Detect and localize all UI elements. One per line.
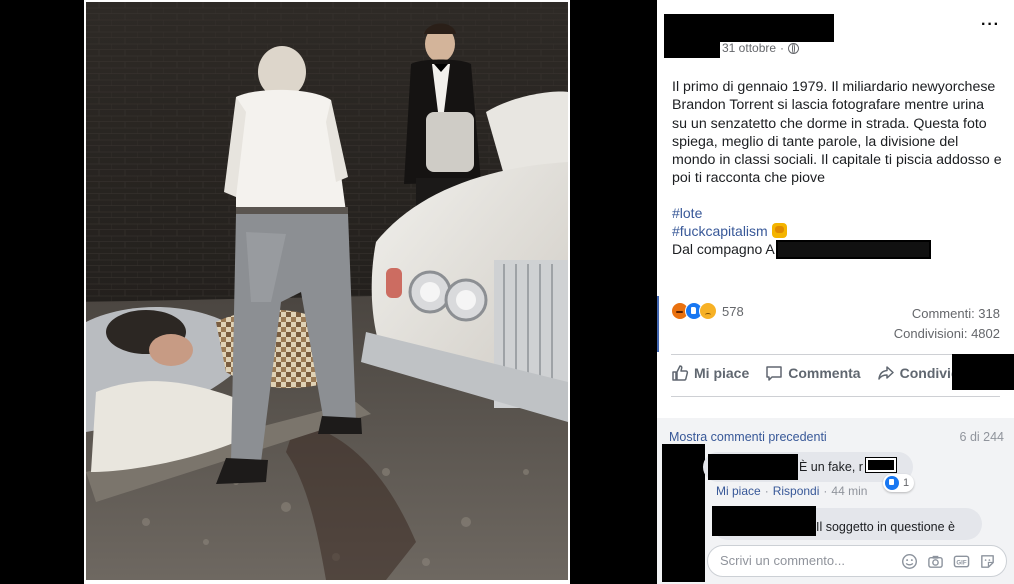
hashtag-lote[interactable]: #lote bbox=[672, 205, 702, 221]
comment-input[interactable] bbox=[720, 553, 890, 568]
comment-button[interactable]: Commenta bbox=[765, 364, 861, 382]
shares-count-link[interactable]: Condivisioni: 4802 bbox=[894, 326, 1000, 341]
comment-button-label: Commenta bbox=[788, 365, 861, 381]
sad-reaction-icon bbox=[699, 302, 717, 320]
comment-timestamp[interactable]: 44 min bbox=[831, 484, 867, 498]
like-button[interactable]: Mi piace bbox=[671, 364, 749, 382]
post-date-text[interactable]: 31 ottobre bbox=[722, 41, 776, 55]
post-credit: Dal compagno A bbox=[672, 241, 775, 257]
redacted-commenter-avatars bbox=[662, 444, 705, 582]
redacted-credit-name bbox=[776, 240, 931, 259]
emoji-icon[interactable] bbox=[901, 553, 918, 570]
actions-divider-bottom bbox=[671, 396, 1000, 397]
comment-text-part1: È un fake, r bbox=[799, 460, 863, 474]
reactions-summary[interactable]: 578 bbox=[671, 302, 744, 320]
post-body-text: Il primo di gennaio 1979. Il miliardario… bbox=[672, 79, 1002, 187]
comment-bubble-icon bbox=[766, 366, 782, 381]
redacted-commenter-name-2 bbox=[712, 506, 816, 536]
post-photo-frame[interactable] bbox=[84, 0, 570, 584]
comment-like-badge[interactable]: 1 bbox=[883, 474, 915, 492]
photo-illustration bbox=[86, 2, 568, 580]
hashtag-fuckcapitalism: #fuckcapitalism bbox=[672, 223, 787, 239]
composer-tools: GIF bbox=[901, 553, 996, 570]
globe-icon bbox=[788, 42, 800, 54]
actions-divider-top bbox=[671, 354, 1000, 355]
post-actions-bar: Mi piace Commenta Condividi bbox=[671, 364, 963, 382]
like-reaction-icon bbox=[885, 476, 899, 490]
post-timestamp[interactable]: 31 ottobre · bbox=[722, 41, 800, 55]
share-arrow-icon bbox=[877, 366, 894, 380]
focus-accent-bar bbox=[657, 296, 659, 352]
thumbs-up-icon bbox=[672, 365, 689, 381]
redacted-author-name bbox=[720, 14, 834, 42]
view-previous-comments-link[interactable]: Mostra commenti precedenti bbox=[669, 430, 827, 444]
comment-composer[interactable]: GIF bbox=[707, 545, 1007, 577]
comments-page-count: 6 di 244 bbox=[959, 430, 1004, 444]
comments-count-link[interactable]: Commenti: 318 bbox=[912, 306, 1000, 321]
redacted-avatar bbox=[664, 14, 720, 58]
sticker-icon[interactable] bbox=[979, 553, 996, 570]
post-photo[interactable] bbox=[86, 2, 568, 580]
raised-fist-emoji-icon bbox=[771, 223, 787, 238]
share-button[interactable]: Condividi bbox=[877, 364, 963, 382]
post-panel: 31 ottobre · ··· Il primo di gennaio 197… bbox=[657, 0, 1014, 584]
svg-text:GIF: GIF bbox=[956, 559, 966, 566]
comment-like-count: 1 bbox=[903, 477, 910, 489]
like-button-label: Mi piace bbox=[694, 365, 750, 381]
comment-like-link[interactable]: Mi piace bbox=[716, 484, 761, 498]
hashtag-fuckcapitalism-link[interactable]: #fuckcapitalism bbox=[672, 223, 768, 239]
more-options-button[interactable]: ··· bbox=[981, 16, 1000, 34]
redacted-mention bbox=[865, 457, 897, 473]
camera-icon[interactable] bbox=[927, 553, 944, 570]
comment-2-text: Il soggetto in questione è bbox=[816, 520, 955, 534]
redacted-share-area bbox=[952, 354, 1014, 390]
gif-icon[interactable]: GIF bbox=[953, 553, 970, 570]
redacted-commenter-name bbox=[708, 454, 798, 480]
reactions-count[interactable]: 578 bbox=[722, 304, 744, 319]
comment-actions: Mi piace · Rispondi · 44 min bbox=[716, 484, 868, 498]
comment-reply-link[interactable]: Rispondi bbox=[773, 484, 820, 498]
